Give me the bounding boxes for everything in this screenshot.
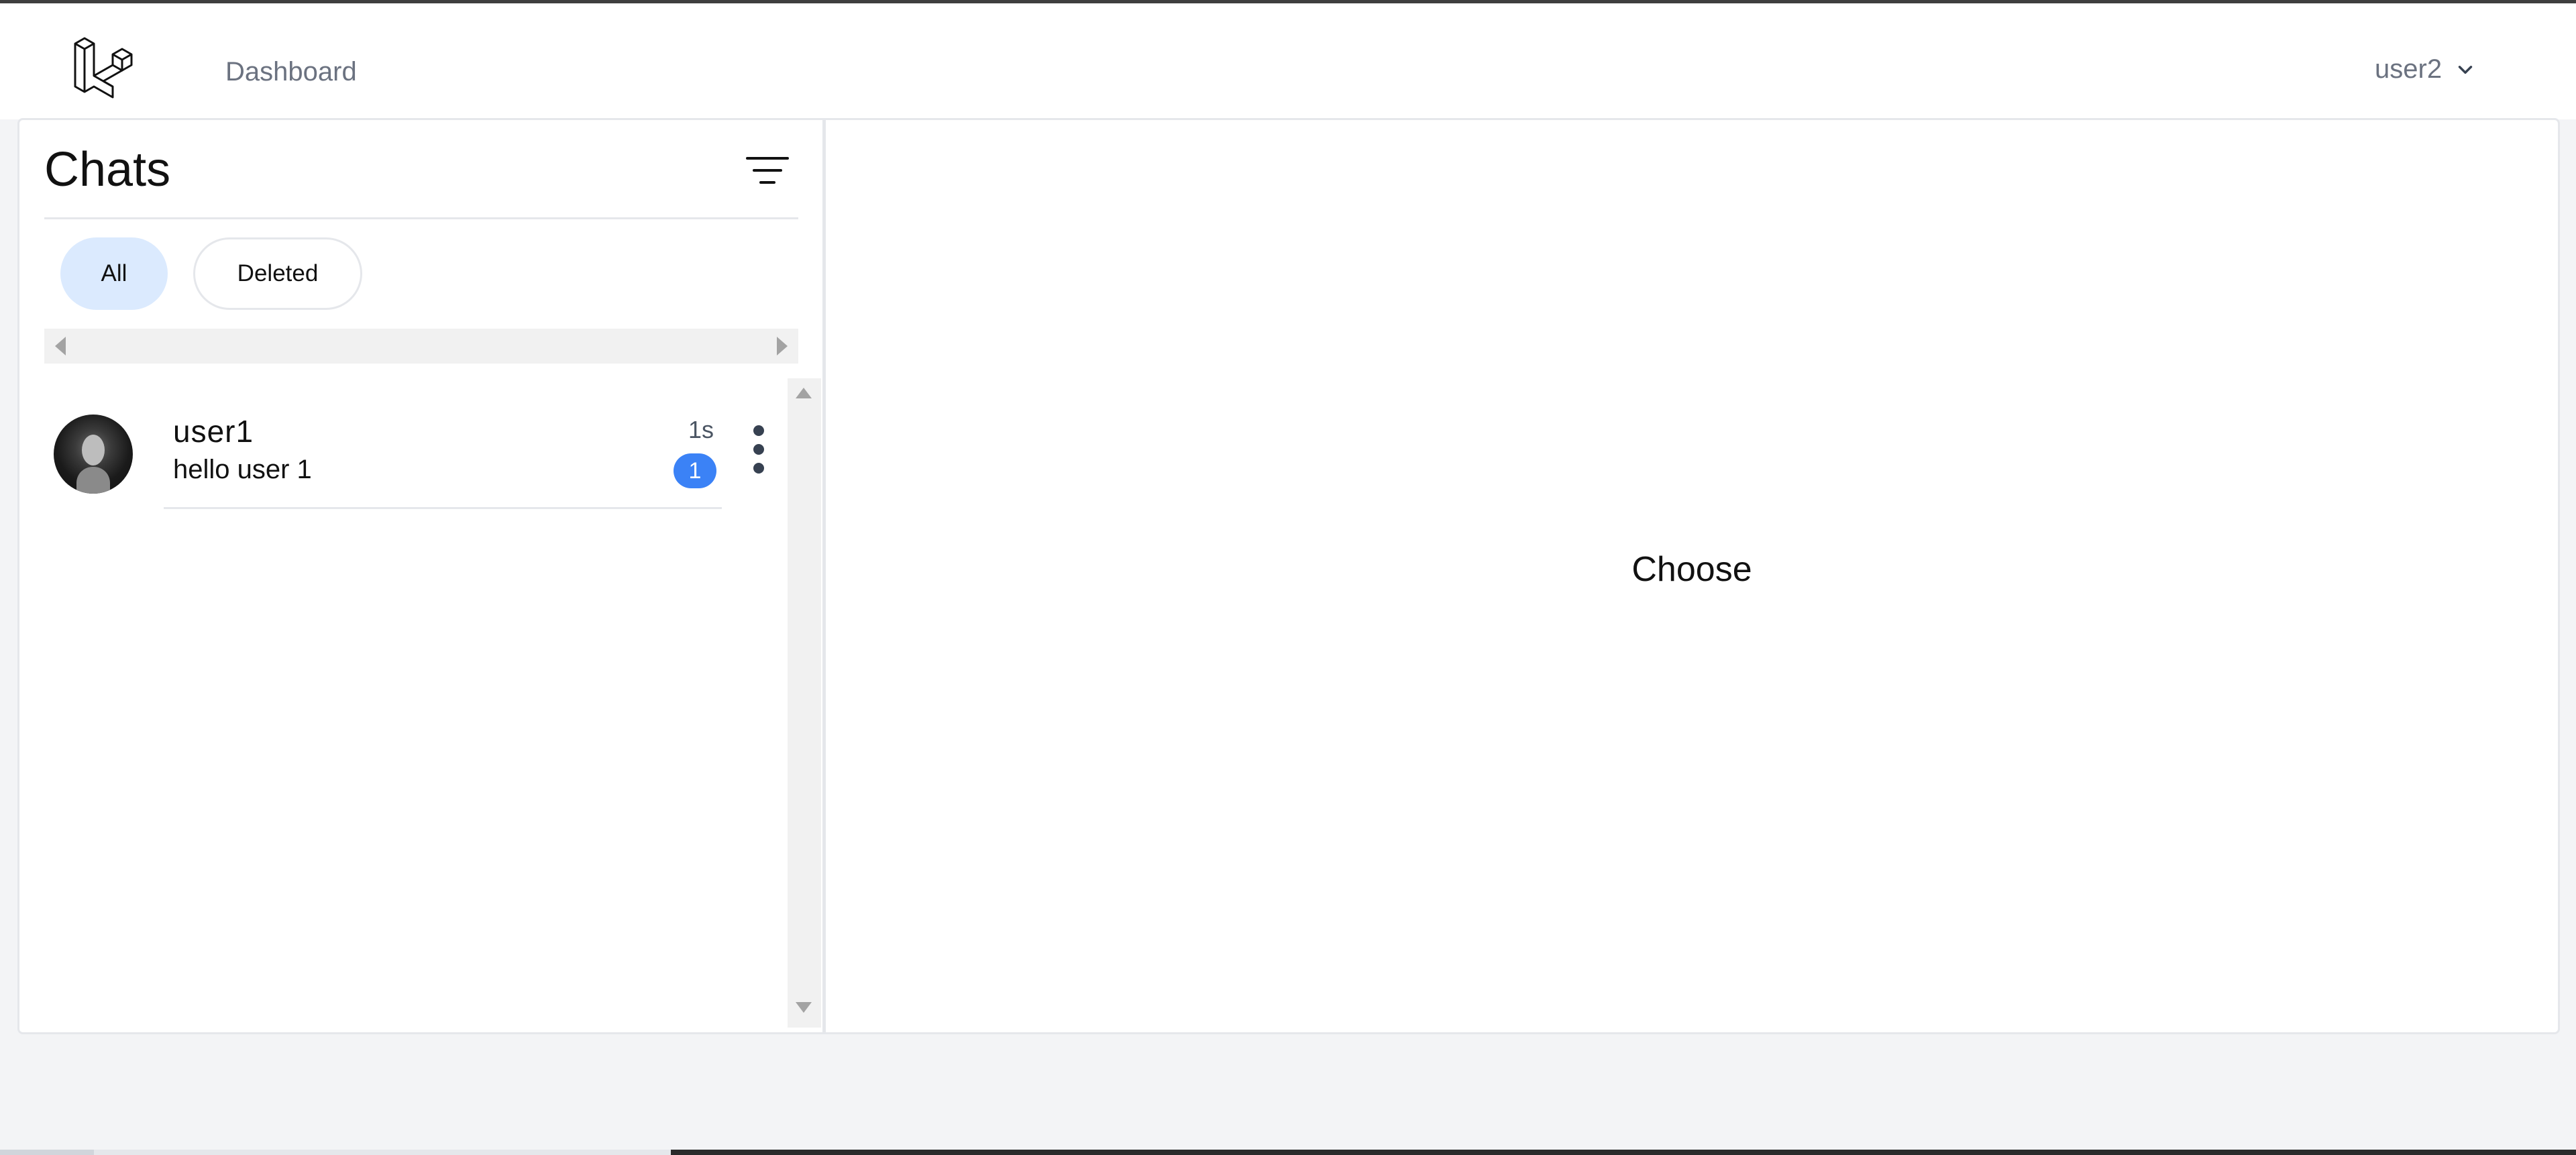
chevron-down-icon [2458, 65, 2473, 74]
taskbar-segment [0, 1150, 94, 1155]
chat-item-divider [164, 507, 722, 509]
tab-all[interactable]: All [60, 237, 168, 310]
scroll-left-arrow-icon[interactable] [55, 337, 66, 355]
scroll-up-arrow-icon[interactable] [796, 388, 812, 398]
nav-dashboard-link[interactable]: Dashboard [225, 57, 357, 87]
taskbar-segment [94, 1150, 671, 1155]
chat-list-item[interactable]: user1 hello user 1 1s 1 [44, 406, 782, 520]
top-navbar: Dashboard user2 [0, 3, 2576, 119]
filter-icon[interactable] [746, 152, 789, 189]
horizontal-scrollbar[interactable] [44, 329, 798, 364]
chat-sidebar: Chats All Deleted user1 hello user 1 1s … [17, 118, 826, 1034]
more-vertical-icon[interactable] [749, 424, 769, 478]
user-menu-label: user2 [2375, 54, 2443, 84]
conversation-pane: Choose [826, 120, 2558, 1032]
chat-last-message: hello user 1 [173, 455, 312, 484]
sidebar-title: Chats [44, 143, 171, 197]
laravel-logo-icon[interactable] [70, 34, 137, 101]
kebab-dot [753, 444, 764, 455]
scroll-down-arrow-icon[interactable] [796, 1002, 812, 1013]
chat-timestamp: 1s [688, 416, 714, 443]
unread-count-badge: 1 [674, 453, 716, 488]
kebab-dot [753, 425, 764, 436]
window-bottom-edge [0, 1150, 2576, 1155]
user-menu-button[interactable]: user2 [2375, 54, 2477, 85]
chat-contact-name: user1 [173, 414, 254, 449]
avatar-shoulders [76, 467, 110, 494]
vertical-scrollbar[interactable] [788, 378, 821, 1028]
avatar [54, 415, 133, 494]
empty-state-message: Choose [1631, 550, 1752, 589]
kebab-dot [753, 463, 764, 474]
tab-deleted[interactable]: Deleted [193, 237, 362, 310]
scroll-right-arrow-icon[interactable] [777, 337, 788, 355]
sidebar-header-divider [44, 217, 798, 219]
avatar-face [82, 435, 105, 465]
